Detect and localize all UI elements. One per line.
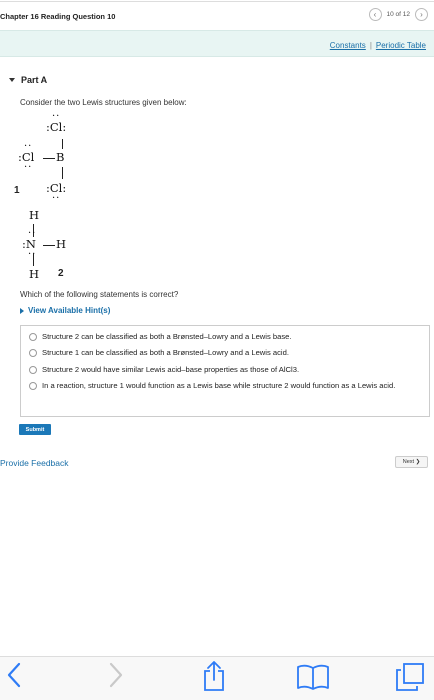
s1-cl-left: :Cl <box>18 141 34 173</box>
s2-h-right: H <box>56 237 67 251</box>
bookmarks-icon[interactable] <box>296 664 330 695</box>
caret-down-icon <box>9 78 15 82</box>
periodic-table-link[interactable]: Periodic Table <box>376 41 426 50</box>
structure-1-label: 1 <box>14 185 20 196</box>
option-text: In a reaction, structure 1 would functio… <box>42 381 396 391</box>
part-title: Part A <box>21 75 48 85</box>
header-bar: Chapter 16 Reading Question 10 ‹ 10 of 1… <box>0 6 434 28</box>
chapter-title: Chapter 16 Reading Question 10 <box>0 12 116 21</box>
next-question-button[interactable]: › <box>415 8 428 21</box>
part-a-header[interactable]: Part A <box>9 75 47 85</box>
answer-option[interactable]: Structure 1 can be classified as both a … <box>29 348 421 358</box>
clipped-top-bar <box>0 0 434 2</box>
s1-cl-top: :Cl: <box>46 111 66 134</box>
hint-label: View Available Hint(s) <box>28 306 111 315</box>
s2-h-top: H <box>29 208 40 222</box>
next-button[interactable]: Next ❯ <box>395 456 428 468</box>
option-text: Structure 2 can be classified as both a … <box>42 332 292 341</box>
answer-option[interactable]: Structure 2 would have similar Lewis aci… <box>29 365 421 374</box>
structure-2-label: 2 <box>58 268 64 279</box>
view-hints-link[interactable]: View Available Hint(s) <box>20 306 110 315</box>
share-icon[interactable] <box>201 660 227 697</box>
radio-button[interactable] <box>29 365 37 374</box>
option-text: Structure 2 would have similar Lewis aci… <box>42 364 300 374</box>
pager: ‹ 10 of 12 › <box>368 8 428 21</box>
answer-options: Structure 2 can be classified as both a … <box>20 325 430 417</box>
radio-button[interactable] <box>29 349 37 358</box>
resource-links: Constants | Periodic Table <box>330 41 426 50</box>
page-indicator: 10 of 12 <box>386 11 411 18</box>
option-text: Structure 1 can be classified as both a … <box>42 348 289 358</box>
prev-question-button[interactable]: ‹ <box>368 8 382 21</box>
radio-button[interactable] <box>29 333 37 341</box>
s2-bond-right <box>43 245 55 246</box>
answer-option[interactable]: In a reaction, structure 1 would functio… <box>29 381 421 391</box>
s1-cl-bottom: :Cl: <box>46 181 66 204</box>
tabs-icon[interactable] <box>395 662 425 697</box>
s1-bond-left <box>43 158 55 159</box>
s2-bond-bottom <box>33 253 34 266</box>
answer-option[interactable]: Structure 2 can be classified as both a … <box>29 332 421 341</box>
part-prompt: Consider the two Lewis structures given … <box>20 98 187 107</box>
constants-link[interactable]: Constants <box>330 41 366 50</box>
caret-right-icon <box>20 307 24 314</box>
s2-h-bottom: H <box>29 267 40 281</box>
submit-button[interactable]: Submit <box>19 424 51 435</box>
s2-n-atom: :N <box>22 228 36 260</box>
back-arrow-icon[interactable] <box>6 662 22 693</box>
radio-button[interactable] <box>29 382 37 391</box>
s1-bond-bottom <box>62 167 63 179</box>
s1-b-atom: B <box>56 150 65 164</box>
provide-feedback-link[interactable]: Provide Feedback <box>0 458 69 468</box>
link-separator: | <box>369 41 372 50</box>
s1-bond-top <box>62 139 63 149</box>
forward-arrow-icon[interactable] <box>108 662 124 693</box>
question-text: Which of the following statements is cor… <box>20 290 179 299</box>
lewis-structures-figure: :Cl: :Cl B :Cl: 1 H :N H H 2 <box>10 111 130 287</box>
